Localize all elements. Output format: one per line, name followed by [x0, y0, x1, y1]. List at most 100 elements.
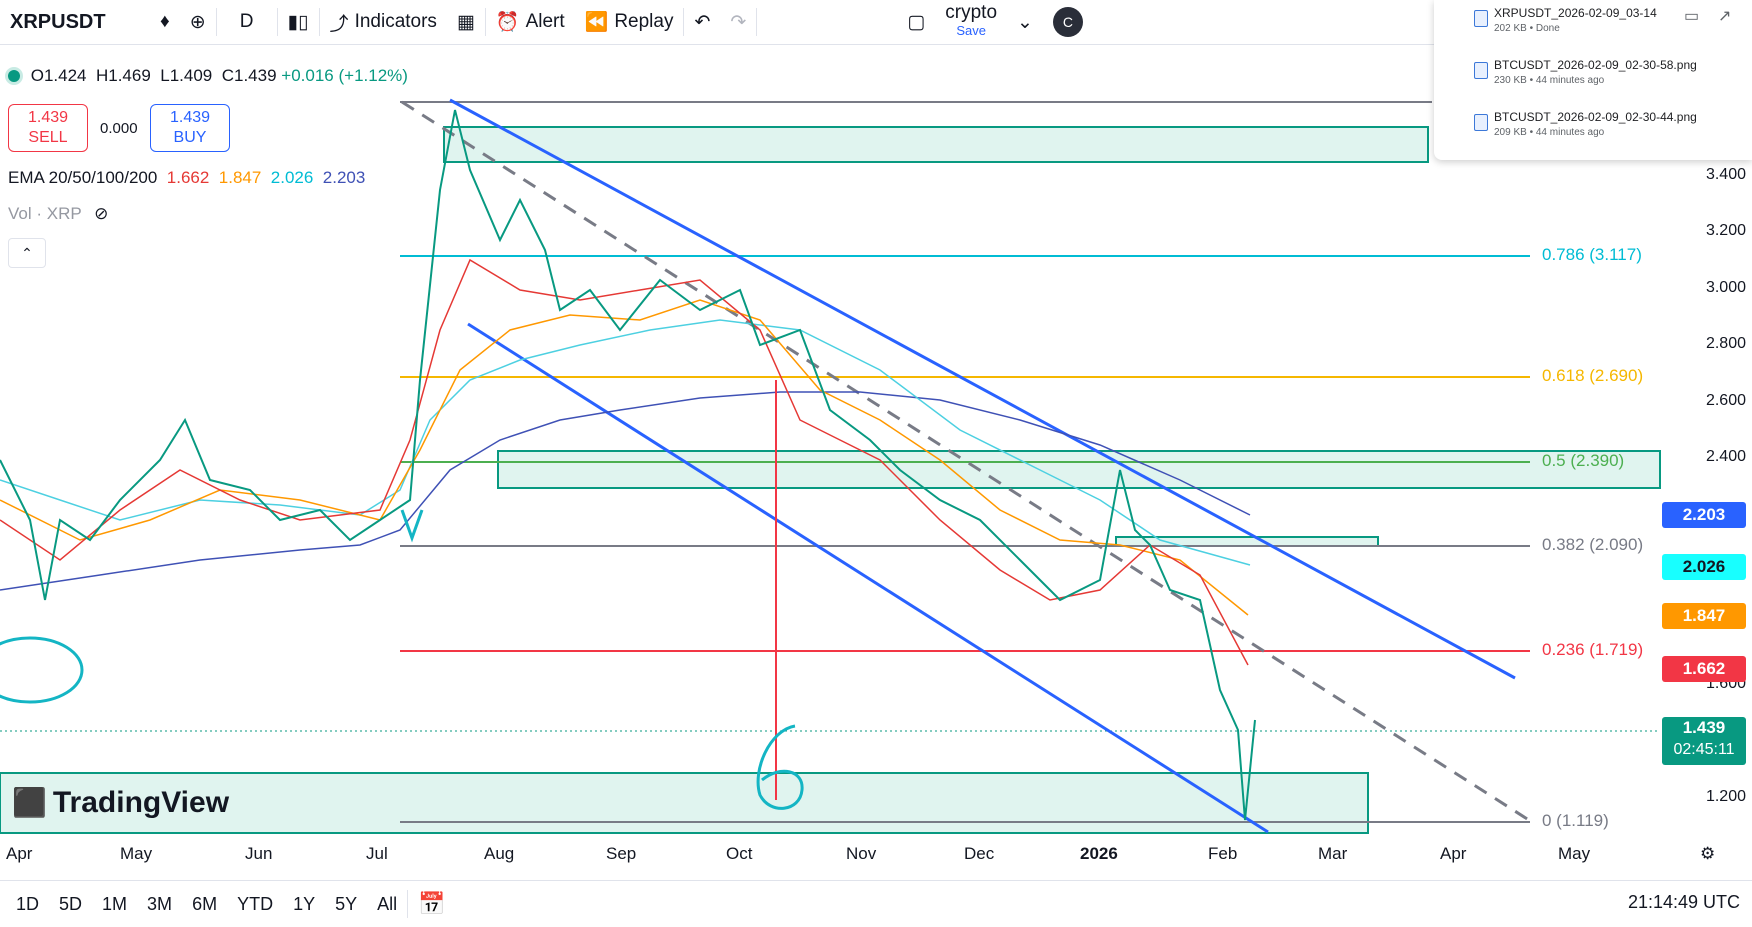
x-axis-label: Sep: [606, 844, 637, 863]
fib-label-0618: 0.618 (2.690): [1542, 366, 1644, 385]
range-ytd[interactable]: YTD: [227, 894, 283, 915]
eye-off-icon[interactable]: ⊘: [94, 204, 108, 223]
download-item[interactable]: BTCUSDT_2026-02-09_02-30-44.png 209 KB •…: [1474, 110, 1697, 138]
collapse-legend-button[interactable]: ⌃: [8, 238, 46, 268]
avatar-letter: C: [1052, 7, 1083, 37]
price-axis-label: 3.400: [1705, 166, 1746, 183]
x-axis-label: May: [120, 844, 153, 863]
range-1m[interactable]: 1M: [92, 894, 137, 915]
supply-zone-small[interactable]: [1115, 536, 1379, 547]
volume-legend[interactable]: Vol · XRP ⊘: [8, 204, 108, 224]
replay-button[interactable]: ⏪ Replay: [575, 0, 684, 44]
indicators-icon: ⤴: [329, 13, 349, 35]
download-filename: XRPUSDT_2026-02-09_03-14: [1494, 6, 1657, 20]
ema-label: EMA 20/50/100/200: [8, 168, 158, 187]
avatar[interactable]: C: [1043, 0, 1093, 44]
date-range-calendar-icon[interactable]: 📅: [408, 891, 455, 917]
bottom-toolbar: 1D 5D 1M 3M 6M YTD 1Y 5Y All 📅: [0, 880, 1752, 927]
ohlc-legend: O1.424 H1.469 L1.409 C1.439 +0.016 (+1.1…: [8, 66, 408, 86]
file-icon: [1474, 114, 1488, 131]
divider: [756, 8, 758, 36]
download-filename: BTCUSDT_2026-02-09_02-30-58.png: [1494, 58, 1697, 72]
chevron-down-icon[interactable]: ⌄: [1007, 0, 1043, 44]
download-item[interactable]: XRPUSDT_2026-02-09_03-14 202 KB • Done: [1474, 6, 1657, 34]
downloads-panel: XRPUSDT_2026-02-09_03-14 202 KB • Done ▭…: [1434, 0, 1752, 160]
download-meta: 209 KB • 44 minutes ago: [1494, 127, 1605, 138]
replay-label: Replay: [614, 11, 674, 32]
ohlc-high: H1.469: [91, 66, 151, 85]
fib-label-0382: 0.382 (2.090): [1542, 535, 1644, 554]
file-icon: [1474, 62, 1488, 79]
buy-button[interactable]: 1.439 BUY: [150, 104, 230, 152]
bar-countdown: 02:45:11: [1673, 741, 1735, 758]
fib-label-0786: 0.786 (3.117): [1542, 245, 1642, 264]
layout-name: crypto: [945, 2, 998, 23]
ema-legend[interactable]: EMA 20/50/100/200 1.662 1.847 2.026 2.20…: [8, 168, 365, 188]
ema-20-tag: 1.662: [1662, 656, 1746, 682]
add-symbol-icon[interactable]: ⊕: [180, 0, 216, 44]
alert-button[interactable]: ⏰ Alert: [486, 0, 575, 44]
layout-square-icon[interactable]: ▢: [897, 0, 935, 44]
redo-icon[interactable]: ↷: [720, 0, 756, 44]
range-5d[interactable]: 5D: [49, 894, 92, 915]
ema-100-value: 2.026: [270, 168, 314, 187]
download-item[interactable]: BTCUSDT_2026-02-09_02-30-58.png 230 KB •…: [1474, 58, 1697, 86]
layout-name-button[interactable]: crypto Save: [935, 0, 1007, 44]
x-axis-label: Apr: [6, 844, 33, 863]
range-5y[interactable]: 5Y: [325, 894, 367, 915]
sell-price: 1.439: [27, 109, 69, 126]
ohlc-open: O1.424: [30, 66, 87, 85]
ema-200-value: 2.203: [322, 168, 366, 187]
open-external-icon[interactable]: ↗: [1718, 6, 1731, 26]
last-price-tag: 1.439 02:45:11: [1662, 717, 1746, 765]
undo-icon[interactable]: ↶: [684, 0, 720, 44]
range-6m[interactable]: 6M: [182, 894, 227, 915]
candles-icon[interactable]: ▮▯: [278, 0, 319, 44]
indicators-label: Indicators: [354, 11, 437, 32]
price-axis-label: 3.200: [1705, 222, 1746, 239]
symbol-search[interactable]: XRPUSDT: [0, 0, 150, 44]
tradingview-logo[interactable]: ⬛ TradingView: [12, 786, 229, 820]
fib-label-0236: 0.236 (1.719): [1542, 640, 1644, 659]
ema-200-tag: 2.203: [1662, 502, 1746, 528]
supply-zone-mid[interactable]: [497, 450, 1661, 489]
settings-icon[interactable]: ⚙: [1700, 844, 1715, 864]
sell-button[interactable]: 1.439 SELL: [8, 104, 88, 152]
ema-100-line: [0, 319, 1251, 566]
last-price: 1.439: [1682, 718, 1726, 737]
x-axis-label: Apr: [1440, 844, 1467, 863]
price-axis-label: 3.000: [1705, 279, 1746, 296]
range-all[interactable]: All: [367, 894, 407, 915]
interval-button[interactable]: D: [217, 0, 277, 44]
price-axis-label: 2.800: [1705, 335, 1746, 352]
diamond-icon[interactable]: ♦: [150, 0, 180, 44]
tv-logo-icon: ⬛: [12, 787, 47, 818]
market-open-icon: [8, 70, 20, 82]
ema-50-tag: 1.847: [1662, 603, 1746, 629]
indicators-button[interactable]: ⤴ Indicators: [320, 0, 447, 44]
price-axis-label: 2.600: [1705, 392, 1746, 409]
templates-icon[interactable]: ▦: [447, 0, 485, 44]
range-3m[interactable]: 3M: [137, 894, 182, 915]
supply-zone-top[interactable]: [443, 126, 1429, 163]
ohlc-close: C1.439: [217, 66, 277, 85]
chevron-up-icon: ⌃: [21, 245, 33, 261]
number-annotation: 6: [760, 730, 761, 731]
save-label: Save: [956, 23, 986, 38]
x-axis-label: Oct: [726, 844, 753, 863]
range-1d[interactable]: 1D: [6, 894, 49, 915]
ema-200-line: [0, 391, 1251, 591]
channel-upper: [449, 98, 1516, 680]
circle-annotation: [0, 636, 84, 704]
utc-clock[interactable]: 21:14:49 UTC: [1628, 892, 1740, 913]
rewind-icon: ⏪: [584, 12, 609, 33]
x-axis-label: Dec: [964, 844, 995, 863]
watermark-text: TradingView: [52, 786, 230, 819]
spread-value: 0.000: [100, 120, 138, 137]
volume-label: Vol · XRP: [8, 204, 82, 223]
sell-label: SELL: [28, 129, 68, 146]
range-1y[interactable]: 1Y: [283, 894, 325, 915]
buy-price: 1.439: [169, 109, 211, 126]
folder-icon[interactable]: ▭: [1684, 6, 1699, 26]
alarm-icon: ⏰: [495, 12, 520, 33]
